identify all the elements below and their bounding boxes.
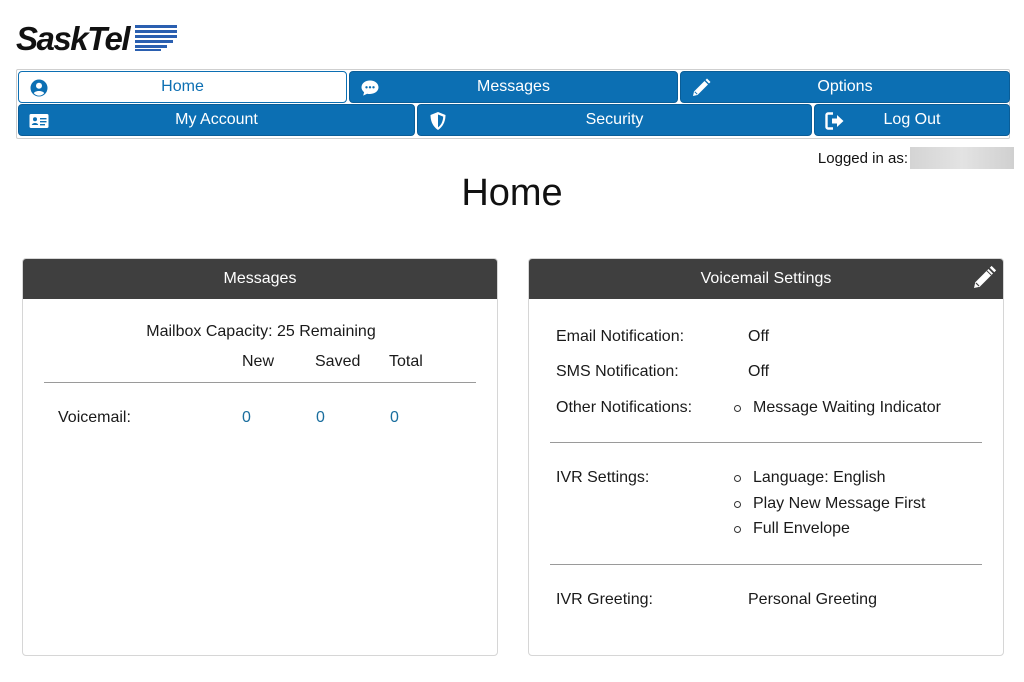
ivr-greeting-label: IVR Greeting: [556, 591, 653, 608]
mailbox-capacity: Mailbox Capacity: 25 Remaining [146, 323, 376, 340]
sign-out-icon [825, 112, 844, 130]
id-card-icon [29, 114, 49, 128]
table-divider [44, 382, 476, 383]
sms-notification-label: SMS Notification: [556, 363, 679, 380]
messages-panel-header: Messages [23, 259, 497, 299]
nav-my-account-label: My Account [175, 111, 258, 128]
page-title: Home [461, 172, 563, 214]
logged-in-label: Logged in as: [817, 149, 908, 167]
list-item: Play New Message First [734, 495, 926, 513]
logo-text: SaskTel [16, 19, 131, 57]
nav-options-button[interactable]: Options [680, 71, 1010, 103]
sms-notification-value: Off [748, 363, 770, 380]
settings-divider-1 [550, 442, 982, 443]
voicemail-settings-title: Voicemail Settings [700, 270, 832, 287]
voicemail-new-count[interactable]: 0 [242, 409, 251, 427]
nav-home-button[interactable]: Home [18, 71, 347, 103]
column-header-total: Total [389, 353, 423, 370]
ivr-settings-label: IVR Settings: [556, 469, 650, 486]
nav-log-out-button[interactable]: Log Out [814, 104, 1010, 136]
nav-options-label: Options [817, 78, 873, 95]
nav-log-out-label: Log Out [883, 111, 941, 128]
voicemail-total-count[interactable]: 0 [390, 409, 399, 427]
voicemail-saved-count[interactable]: 0 [316, 409, 325, 427]
nav-messages-label: Messages [477, 78, 550, 95]
list-item: Message Waiting Indicator [734, 399, 941, 417]
column-header-saved: Saved [315, 353, 361, 370]
sasktel-logo: SaskTel [16, 19, 178, 57]
other-notifications-label: Other Notifications: [556, 399, 693, 416]
ivr-greeting-value: Personal Greeting [748, 591, 877, 608]
nav-messages-button[interactable]: Messages [349, 71, 678, 103]
settings-divider-2 [550, 564, 982, 565]
main-navigation: Home Messages Options My Account Securit… [16, 69, 1010, 139]
email-notification-label: Email Notification: [556, 328, 685, 345]
nav-security-button[interactable]: Security [417, 104, 812, 136]
nav-security-label: Security [585, 111, 644, 128]
nav-row-2: My Account Security Log Out [18, 104, 1010, 136]
list-item: Language: English [734, 469, 886, 487]
nav-row-1: Home Messages Options [18, 71, 1010, 103]
user-circle-icon [30, 79, 48, 97]
column-header-new: New [242, 353, 275, 370]
nav-my-account-button[interactable]: My Account [18, 104, 415, 136]
chat-bubble-icon [361, 80, 379, 96]
voicemail-settings-panel: Voicemail Settings Email Notification: O… [528, 258, 1004, 656]
nav-home-label: Home [161, 78, 204, 95]
shield-icon [430, 112, 446, 130]
logged-in-indicator: Logged in as: [818, 147, 1014, 169]
voicemail-row-label: Voicemail: [58, 409, 131, 426]
list-item: Full Envelope [734, 520, 850, 538]
messages-panel: Messages Mailbox Capacity: 25 Remaining … [22, 258, 498, 656]
email-notification-value: Off [748, 328, 770, 345]
edit-pencil-icon[interactable] [971, 265, 997, 291]
logo-flag-icon [135, 24, 178, 52]
pencil-icon [693, 78, 711, 96]
redacted-username [910, 147, 1014, 169]
voicemail-settings-header: Voicemail Settings [529, 259, 1003, 299]
messages-panel-title: Messages [223, 270, 297, 287]
